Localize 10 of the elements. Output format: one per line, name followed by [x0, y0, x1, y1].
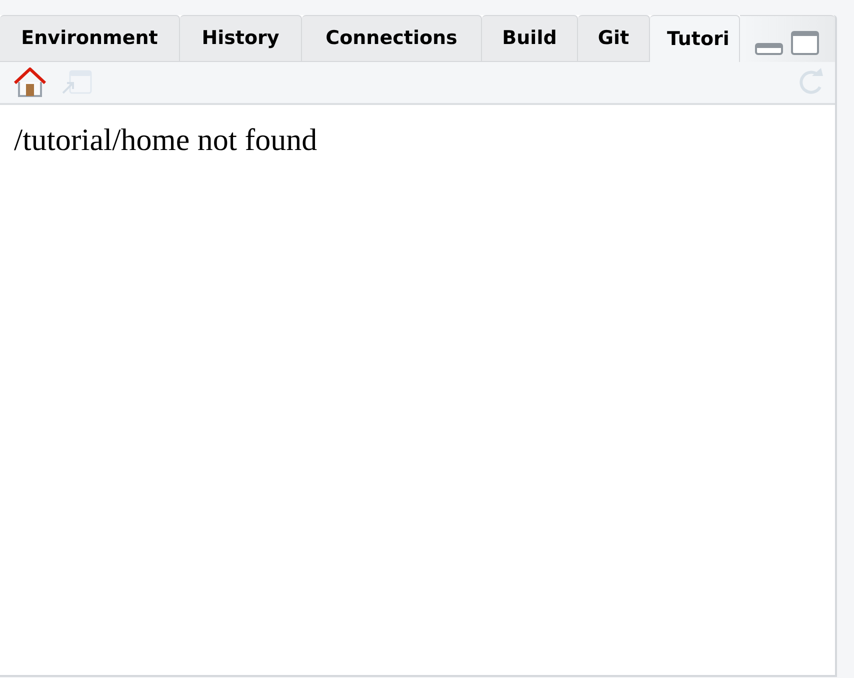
not-found-message: /tutorial/home not found	[14, 121, 318, 159]
maximize-icon[interactable]	[791, 31, 819, 55]
tab[interactable]: Tutori	[650, 15, 740, 62]
tab[interactable]: Connections	[302, 15, 482, 62]
tab[interactable]: Git	[578, 15, 650, 62]
home-icon[interactable]	[13, 67, 47, 98]
tab[interactable]: History	[180, 15, 302, 62]
tab[interactable]: Environment	[0, 15, 180, 62]
minimize-icon[interactable]	[755, 43, 783, 55]
tab[interactable]: Build	[482, 15, 578, 62]
